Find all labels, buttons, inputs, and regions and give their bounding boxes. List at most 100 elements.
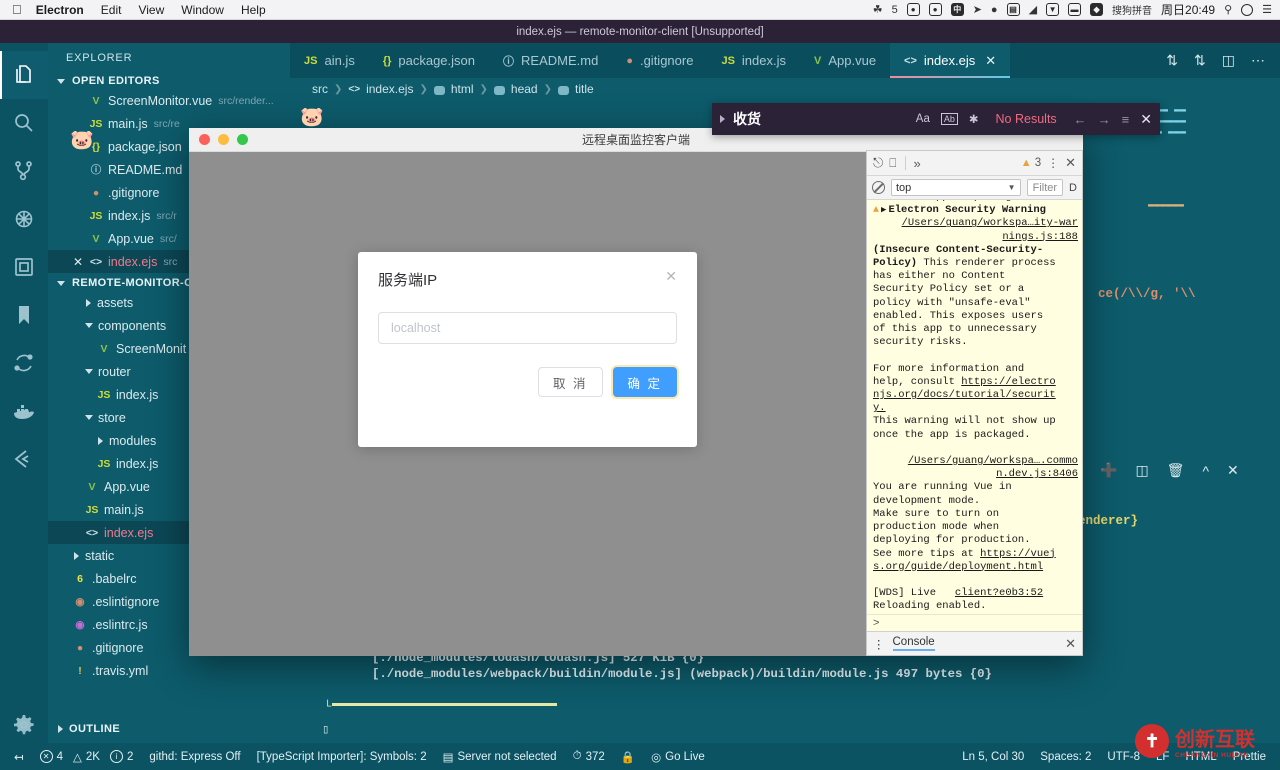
cancel-button[interactable]: 取 消 bbox=[538, 367, 603, 397]
devtools-filter-bar: top ▼ Filter D bbox=[867, 176, 1082, 200]
split-editor-down-icon[interactable]: ⇅ bbox=[1194, 52, 1206, 69]
server-ip-input[interactable] bbox=[378, 312, 677, 344]
ime-icon[interactable]: 中 bbox=[950, 3, 964, 16]
drawer-menu-icon[interactable]: ⋮ bbox=[873, 637, 885, 651]
chevron-right-icon[interactable] bbox=[720, 115, 725, 123]
devtools-menu-icon[interactable]: ⋮ bbox=[1047, 156, 1059, 170]
find-close-icon[interactable]: ✕ bbox=[1140, 111, 1152, 128]
activity-git-graph[interactable] bbox=[0, 339, 48, 387]
menu-edit[interactable]: Edit bbox=[101, 3, 122, 17]
find-next-icon[interactable]: → bbox=[1098, 112, 1111, 127]
wechat-icon[interactable]: ☘ bbox=[873, 3, 883, 16]
status-remote[interactable]: ↤ bbox=[6, 750, 32, 764]
whole-word-icon[interactable]: Ab bbox=[940, 113, 958, 125]
activity-debug[interactable] bbox=[0, 195, 48, 243]
devtools-warning-count[interactable]: ▲ 3 bbox=[1021, 157, 1041, 169]
status-problems[interactable]: ✕ 4 △ 2K i 2 bbox=[32, 750, 142, 764]
open-editors-label: OPEN EDITORS bbox=[72, 75, 160, 87]
outline-header[interactable]: OUTLINE bbox=[48, 717, 290, 743]
more-panels-icon[interactable]: » bbox=[914, 156, 921, 171]
shield-icon[interactable]: ● bbox=[991, 4, 998, 16]
wifi-icon[interactable]: ◢ bbox=[1029, 3, 1037, 16]
chevron-up-icon[interactable]: ^ bbox=[1202, 463, 1209, 479]
trash-icon[interactable]: 🗑 bbox=[1167, 462, 1185, 479]
activity-explorer[interactable] bbox=[0, 51, 48, 99]
control-center-icon[interactable]: ☰ bbox=[1262, 3, 1272, 16]
breadcrumb-item-file[interactable]: index.ejs bbox=[366, 82, 413, 96]
activity-search[interactable] bbox=[0, 99, 48, 147]
close-icon[interactable]: ✕ bbox=[1227, 462, 1239, 479]
drawer-close-icon[interactable]: ✕ bbox=[1065, 636, 1076, 652]
breadcrumb-item-src[interactable]: src bbox=[312, 82, 328, 96]
apple-icon[interactable]:  bbox=[12, 3, 22, 16]
find-in-selection-icon[interactable]: ≡ bbox=[1122, 112, 1130, 127]
activity-gitlens[interactable] bbox=[0, 435, 48, 483]
open-editors-header[interactable]: OPEN EDITORS bbox=[48, 73, 290, 89]
split-editor-icon[interactable]: ⇅ bbox=[1166, 52, 1178, 69]
status-go-live[interactable]: ◎ Go Live bbox=[643, 750, 713, 764]
console-prompt[interactable]: > bbox=[867, 614, 1082, 631]
siri-icon[interactable] bbox=[1241, 3, 1254, 16]
activity-extensions[interactable] bbox=[0, 243, 48, 291]
status-githd[interactable]: githd: Express Off bbox=[141, 751, 248, 763]
dropbox-icon[interactable]: ◆ bbox=[1090, 3, 1104, 16]
status-typescript-importer[interactable]: [TypeScript Importer]: Symbols: 2 bbox=[249, 751, 435, 763]
split-terminal-icon[interactable]: ◫ bbox=[1135, 462, 1148, 479]
find-input[interactable]: 收货 bbox=[733, 109, 761, 129]
editor-tab[interactable]: V App.vue bbox=[800, 43, 890, 78]
devtools-close-icon[interactable]: ✕ bbox=[1065, 155, 1076, 171]
find-previous-icon[interactable]: ← bbox=[1074, 112, 1087, 127]
file-tree-item[interactable]: ! .travis.yml bbox=[48, 659, 290, 682]
info-icon: ⓘ bbox=[90, 164, 102, 176]
editor-tab[interactable]: ⓘ README.md bbox=[489, 43, 612, 78]
confirm-button[interactable]: 确 定 bbox=[612, 367, 677, 397]
status-cursor-position[interactable]: Ln 5, Col 30 bbox=[954, 751, 1032, 763]
add-terminal-icon[interactable]: ➕ bbox=[1100, 462, 1117, 479]
status-indentation[interactable]: Spaces: 2 bbox=[1032, 751, 1099, 763]
tab-file-icon: ⓘ bbox=[503, 55, 515, 68]
file-tree-name: ScreenMonit bbox=[116, 341, 187, 356]
activity-settings[interactable] bbox=[0, 701, 48, 749]
layout-icon[interactable]: ◫ bbox=[1222, 52, 1235, 69]
regex-icon[interactable]: ✱ bbox=[969, 112, 979, 126]
breadcrumb-item-html[interactable]: html bbox=[451, 82, 474, 96]
battery-icon[interactable]: ▬ bbox=[1068, 3, 1082, 16]
editor-tab[interactable]: JS ain.js bbox=[290, 43, 369, 78]
menu-window[interactable]: Window bbox=[181, 3, 224, 17]
match-case-icon[interactable]: Aa bbox=[916, 113, 930, 125]
screen-record-icon[interactable]: ● bbox=[906, 3, 920, 16]
editor-tab[interactable]: <> index.ejs ✕ bbox=[890, 43, 1011, 78]
editor-tab[interactable]: {} package.json bbox=[369, 43, 489, 78]
clear-console-icon[interactable] bbox=[872, 181, 885, 194]
editor-tab[interactable]: ● .gitignore bbox=[612, 43, 707, 78]
open-editor-item[interactable]: V ScreenMonitor.vue src/render... bbox=[48, 89, 290, 112]
close-editor-icon[interactable]: ✕ bbox=[70, 255, 86, 269]
inspect-icon[interactable]: ⎋ bbox=[873, 155, 883, 171]
menu-view[interactable]: View bbox=[138, 3, 164, 17]
breadcrumb-item-head[interactable]: head bbox=[511, 82, 538, 96]
calculator-icon[interactable]: ▤ bbox=[1006, 3, 1020, 16]
status-lock[interactable]: 🔒 bbox=[613, 750, 643, 764]
device-toolbar-icon[interactable]: ⎕ bbox=[889, 156, 896, 171]
more-actions-icon[interactable]: ⋯ bbox=[1251, 52, 1266, 69]
microphone-icon[interactable]: ● bbox=[928, 3, 942, 16]
drawer-tab-console[interactable]: Console bbox=[892, 636, 935, 651]
console-filter-input[interactable]: Filter bbox=[1026, 179, 1064, 196]
tab-close-icon[interactable]: ✕ bbox=[985, 53, 996, 69]
telegram-icon[interactable]: ➤ bbox=[973, 3, 982, 16]
activity-docker[interactable] bbox=[0, 387, 48, 435]
menu-electron[interactable]: Electron bbox=[36, 3, 84, 17]
console-output[interactable]: help, consult https://electronjs.org/doc… bbox=[867, 200, 1082, 614]
menu-help[interactable]: Help bbox=[241, 3, 266, 17]
breadcrumb-item-title[interactable]: title bbox=[575, 82, 594, 96]
console-context-select[interactable]: top ▼ bbox=[891, 179, 1021, 196]
search-icon[interactable]: ⚲ bbox=[1224, 3, 1232, 16]
airplay-icon[interactable]: ▼ bbox=[1046, 3, 1060, 16]
activity-source-control[interactable] bbox=[0, 147, 48, 195]
console-levels-label[interactable]: D bbox=[1069, 182, 1077, 194]
activity-bookmarks[interactable] bbox=[0, 291, 48, 339]
status-char-count[interactable]: ⏱ 372 bbox=[565, 750, 613, 763]
status-server-selector[interactable]: ▤ Server not selected bbox=[435, 750, 565, 764]
dialog-close-icon[interactable]: ✕ bbox=[665, 269, 677, 283]
editor-tab[interactable]: JS index.js bbox=[707, 43, 800, 78]
